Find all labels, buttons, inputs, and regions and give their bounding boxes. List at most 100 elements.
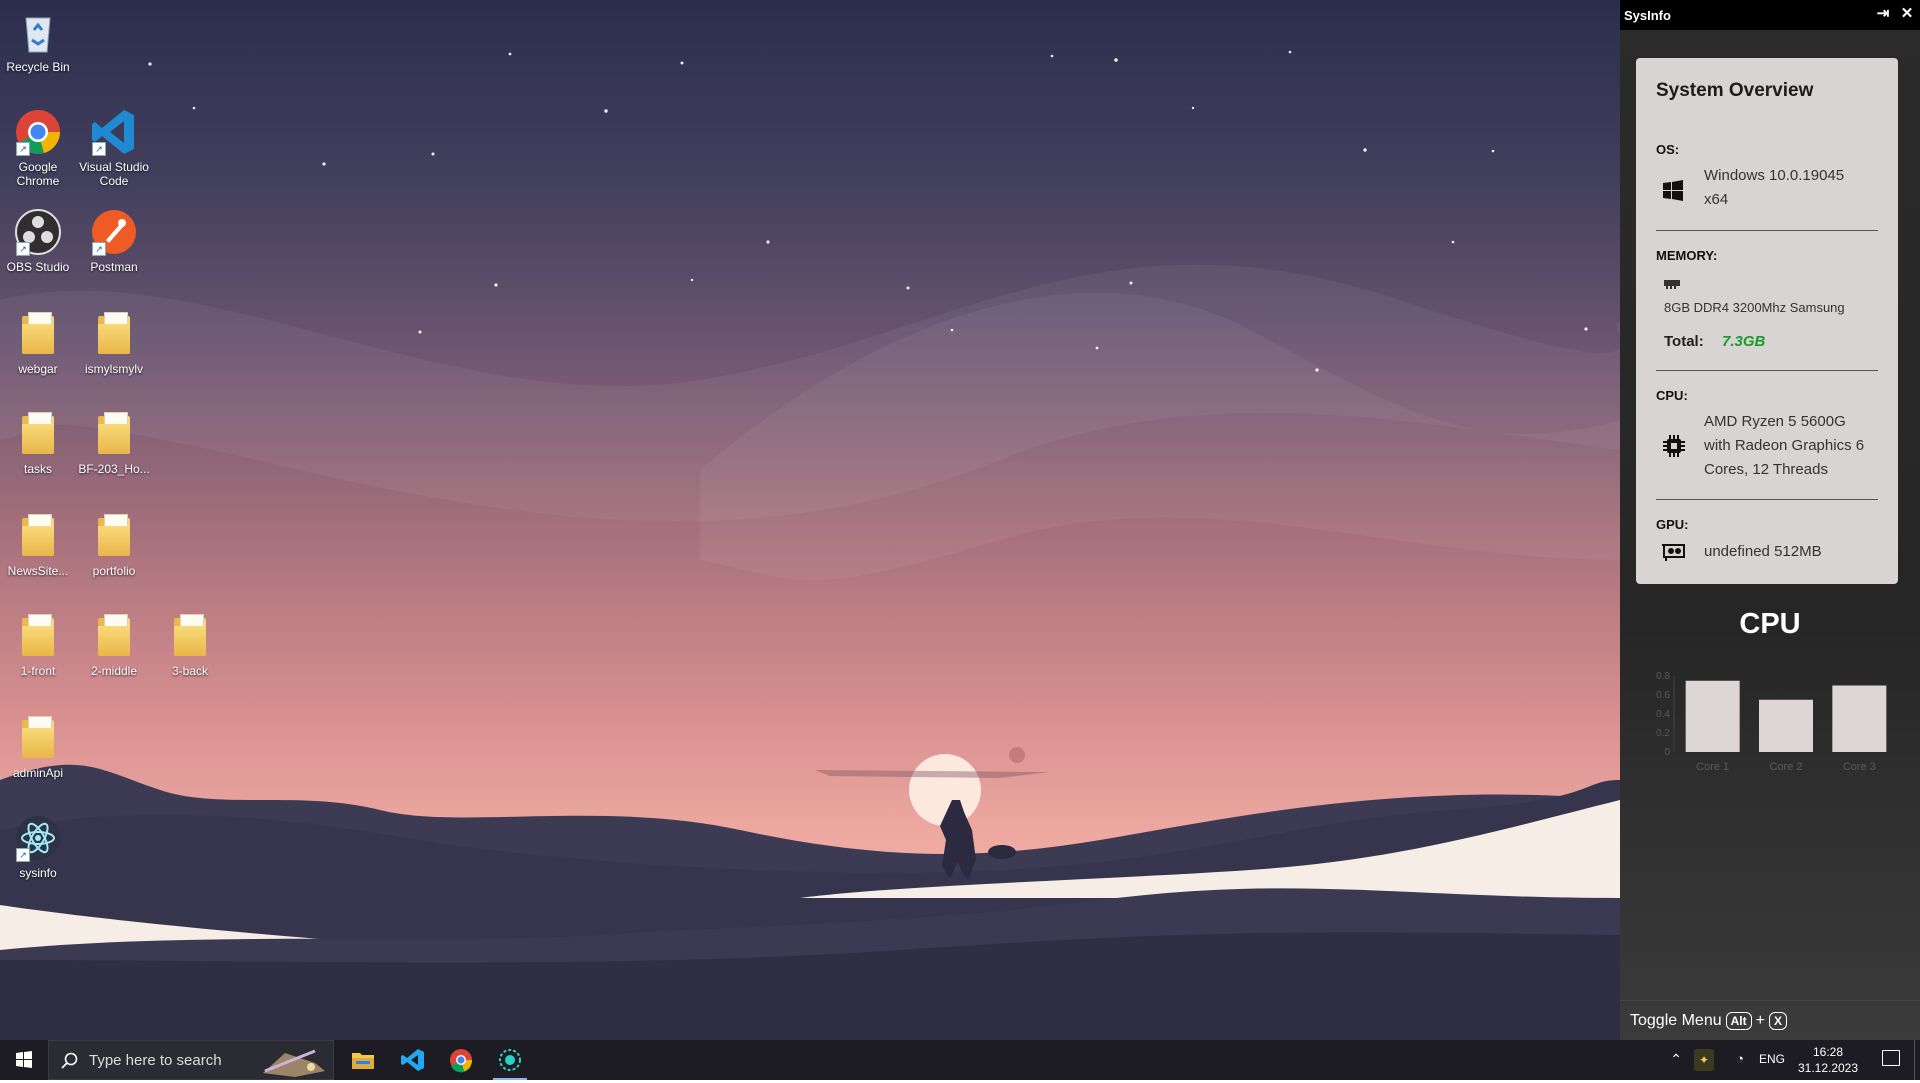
x-tick-label: Core 2 [1769,761,1802,773]
taskbar-file-explorer[interactable] [340,1040,386,1080]
window-title: SysInfo [1624,7,1671,23]
os-label: OS: [1656,142,1680,157]
pin-icon[interactable]: ⇥ [1872,3,1894,25]
system-overview-card: System Overview OS: Windows 10.0.19045 x… [1636,58,1898,584]
gpu-icon [1662,542,1686,566]
desktop-icon-label: 1-front [20,664,56,678]
chrome-icon [450,1049,473,1073]
cpu-label: CPU: [1656,388,1688,403]
gpu-label: GPU: [1656,517,1689,532]
divider [1656,370,1878,371]
vscode-icon [401,1049,424,1071]
desktop-icon-tasks[interactable]: tasks [0,410,76,476]
taskbar-clock[interactable]: 16:28 31.12.2023 [1793,1044,1863,1076]
toggle-menu-hint[interactable]: Toggle Menu Alt + X [1620,1000,1920,1040]
window-titlebar[interactable]: SysInfo ⇥ ✕ [1620,0,1920,30]
folder-icon [90,410,138,458]
cpu-model-line3: Cores, 12 Threads [1704,461,1828,478]
cpu-core-bar [1685,680,1740,752]
desktop-icon-adminapi[interactable]: adminApi [0,714,76,780]
desktop-icon-label: sysinfo [19,866,57,880]
desktop-icon-postman[interactable]: ↗ Postman [76,208,152,274]
cpu-core-bar [1832,685,1887,752]
folder-icon [90,512,138,560]
clock-time: 16:28 [1812,1045,1844,1059]
shortcut-arrow-icon: ↗ [16,242,30,256]
file-explorer-icon [352,1053,374,1069]
taskbar-vscode[interactable] [389,1040,435,1080]
language-indicator[interactable]: ENG [1759,1052,1785,1066]
card-title: System Overview [1656,80,1814,101]
desktop-icon-2-middle[interactable]: 2-middle [76,612,152,678]
clock-date: 31.12.2023 [1797,1061,1859,1075]
desktop-icon-vscode[interactable]: ↗ Visual Studio Code [76,108,152,188]
electron-icon: ↗ [14,814,62,862]
desktop-icon-chrome[interactable]: ↗ Google Chrome [0,108,76,188]
shortcut-arrow-icon: ↗ [16,142,30,156]
desktop-icon-3-back[interactable]: 3-back [152,612,228,678]
plus-sign: + [1755,1011,1765,1029]
desktop-icon-webgar[interactable]: webgar [0,310,76,376]
y-tick-label: 0.8 [1656,671,1670,682]
chrome-icon: ↗ [14,108,62,156]
cpu-usage-chart: 0 0.2 0.4 0.6 0.8 Core 1 Core 2 Core 3 [1656,671,1887,773]
desktop-icon-newssite[interactable]: NewsSite... [0,512,76,578]
desktop-icon-recycle-bin[interactable]: Recycle Bin [0,8,76,74]
shortcut-arrow-icon: ↗ [92,142,106,156]
memory-total-label: Total: [1664,333,1704,350]
os-version: Windows 10.0.19045 [1704,167,1845,184]
cpu-model-line1: AMD Ryzen 5 5600G [1704,413,1846,430]
x-tick-label: Core 3 [1843,761,1876,773]
cpu-core-bar [1759,699,1813,752]
windows-icon [1662,180,1686,204]
desktop-icon-ismylsmylv[interactable]: ismylsmylv [76,310,152,376]
notifications-icon[interactable] [1882,1050,1900,1066]
postman-icon: ↗ [90,208,138,256]
shortcut-arrow-icon: ↗ [16,848,30,862]
close-icon[interactable]: ✕ [1896,3,1918,25]
x-key-badge: X [1768,1011,1787,1030]
desktop-icon-label: BF-203_Ho... [78,462,150,476]
search-icon [61,1052,78,1069]
cpu-chip-icon [1662,434,1686,458]
desktop-icon-obs[interactable]: ↗ OBS Studio [0,208,76,274]
sysinfo-icon [499,1049,521,1071]
desktop-icon-label: Visual Studio Code [79,160,149,188]
vscode-icon: ↗ [90,108,138,156]
windows-start-icon [16,1051,32,1068]
folder-icon [14,310,62,358]
shortcut-arrow-icon: ↗ [92,242,106,256]
y-tick-label: 0.6 [1656,690,1670,701]
sysinfo-window[interactable]: SysInfo ⇥ ✕ System Overview OS: Windows … [1620,0,1920,1040]
show-desktop-button[interactable] [1914,1040,1920,1080]
desktop-icon-portfolio[interactable]: portfolio [76,512,152,578]
folder-icon [14,512,62,560]
desktop-icon-label: portfolio [92,564,136,578]
tray-app-icon[interactable]: ✦ [1694,1049,1714,1071]
memory-label: MEMORY: [1656,248,1718,263]
taskbar: Type here to search ⌃ ✦ ◔ ENG 16:28 31.1… [0,1040,1920,1080]
divider [1656,230,1878,231]
taskbar-search[interactable]: Type here to search [48,1040,334,1080]
network-icon[interactable]: ◔ [1736,1051,1744,1066]
memory-module: 8GB DDR4 3200Mhz Samsung [1664,300,1845,315]
taskbar-sysinfo[interactable] [487,1040,533,1080]
taskbar-chrome[interactable] [438,1040,484,1080]
desktop-icon-label: tasks [23,462,52,476]
chevron-up-icon[interactable]: ⌃ [1670,1051,1682,1068]
desktop-icon-label: Google Chrome [16,160,60,188]
start-button[interactable] [0,1040,48,1080]
desktop-icon-label: ismylsmylv [85,362,143,376]
y-tick-label: 0 [1664,747,1670,758]
desktop-icon-1-front[interactable]: 1-front [0,612,76,678]
desktop-icon-label: Postman [90,260,138,274]
toggle-menu-label: Toggle Menu [1630,1011,1722,1029]
folder-icon [14,612,62,660]
folder-icon [90,612,138,660]
folder-icon [90,310,138,358]
desktop-icon-sysinfo[interactable]: ↗ sysinfo [0,814,76,880]
y-tick-label: 0.4 [1656,709,1670,720]
desktop-icon-bf203[interactable]: BF-203_Ho... [76,410,152,476]
divider [1656,499,1878,500]
desktop-icon-label: Recycle Bin [6,60,70,74]
